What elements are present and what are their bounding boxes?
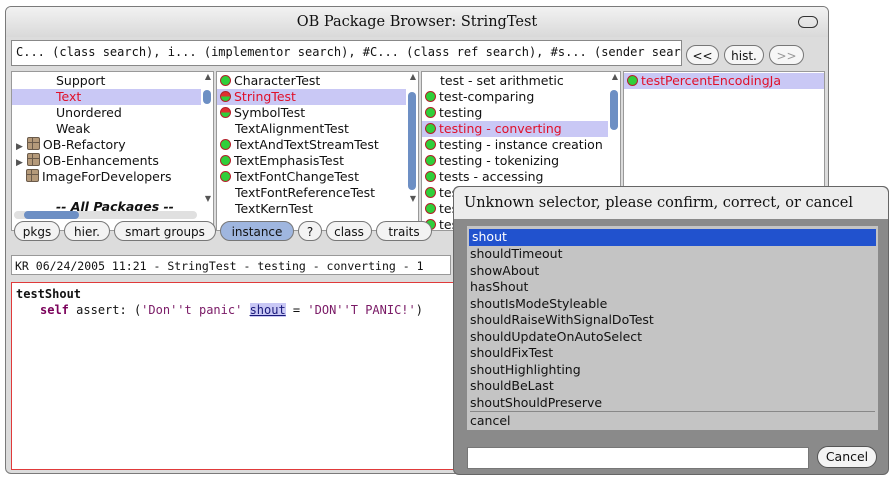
forward-button[interactable]: >> [769, 45, 804, 65]
class-item[interactable]: TextEmphasisTest [217, 153, 406, 169]
category-item-selected[interactable]: testing - converting [422, 121, 608, 137]
scroll-up-icon[interactable]: ▲ [612, 72, 618, 81]
window-title: OB Package Browser: StringTest [296, 14, 538, 30]
scroll-up-icon[interactable]: ▲ [205, 72, 211, 81]
scroll-up-icon[interactable]: ▲ [410, 72, 416, 81]
test-status-icon [220, 75, 231, 86]
tab-smart-groups[interactable]: smart groups [114, 221, 216, 241]
test-status-icon [220, 91, 231, 102]
test-status-icon [425, 91, 436, 102]
tab-hier[interactable]: hier. [64, 221, 110, 241]
package-icon [26, 137, 40, 150]
selector-option[interactable]: hasShout [467, 279, 878, 296]
category-item[interactable]: test - set arithmetic [422, 73, 608, 89]
category-item[interactable]: tests - accessing [422, 169, 608, 185]
test-status-icon [425, 171, 436, 182]
package-item[interactable]: Weak [12, 121, 201, 137]
dialog-title[interactable]: Unknown selector, please confirm, correc… [454, 187, 888, 219]
test-status-icon [220, 107, 231, 118]
test-status-icon [425, 107, 436, 118]
scrollbar-thumb[interactable] [203, 90, 211, 104]
scrollbar-thumb[interactable] [408, 92, 416, 190]
category-item[interactable]: testing - instance creation [422, 137, 608, 153]
test-status-icon [220, 171, 231, 182]
tab-pkgs[interactable]: pkgs [14, 221, 60, 241]
package-item[interactable]: Support [12, 73, 201, 89]
class-item[interactable]: TextKernTest [217, 201, 406, 217]
tab-traits[interactable]: traits [376, 221, 432, 241]
test-status-icon [425, 203, 436, 214]
scroll-down-icon[interactable]: ▼ [205, 194, 211, 203]
category-item[interactable]: testing - tokenizing [422, 153, 608, 169]
scroll-down-icon[interactable]: ▼ [410, 194, 416, 203]
category-item[interactable]: testing [422, 105, 608, 121]
selector-option[interactable]: shoutIsModeStyleable [467, 296, 878, 313]
class-item[interactable]: SymbolTest [217, 105, 406, 121]
package-icon [26, 169, 39, 182]
separator [470, 411, 875, 412]
expand-triangle-icon[interactable]: ▶ [16, 142, 23, 152]
selector-list[interactable]: shout shouldTimeout showAbout hasShout s… [467, 226, 878, 430]
package-item[interactable]: Unordered [12, 105, 201, 121]
test-status-icon [220, 155, 231, 166]
classes-pane[interactable]: CharacterTest StringTest SymbolTest Text… [216, 71, 419, 231]
package-item[interactable]: ▶ OB-Refactory [12, 137, 201, 153]
history-button[interactable]: hist. [724, 45, 764, 65]
expand-triangle-icon[interactable]: ▶ [16, 158, 23, 168]
selector-option[interactable]: shouldUpdateOnAutoSelect [467, 329, 878, 346]
package-item-selected[interactable]: Text [12, 89, 201, 105]
selector-option[interactable]: shouldRaiseWithSignalDoTest [467, 312, 878, 329]
selector-option[interactable]: showAbout [467, 263, 878, 280]
packages-pane[interactable]: Support Text Unordered Weak ▶ OB-Refacto… [11, 71, 214, 231]
selector-option[interactable]: shouldTimeout [467, 246, 878, 263]
selector-option-selected[interactable]: shout [469, 229, 876, 246]
test-status-icon [425, 187, 436, 198]
selector-option[interactable]: shouldFixTest [467, 345, 878, 362]
code-line: self assert: ('Don''t panic' shout = 'DO… [40, 303, 423, 317]
package-item[interactable]: ▶ OB-Enhancements [12, 153, 201, 169]
selected-selector[interactable]: shout [249, 303, 286, 317]
class-item[interactable]: TextFontReferenceTest [217, 185, 406, 201]
package-icon [26, 153, 40, 166]
package-item[interactable]: ImageForDevelopers [12, 169, 201, 185]
category-item[interactable]: test-comparing [422, 89, 608, 105]
test-status-icon [425, 139, 436, 150]
h-scrollbar-thumb[interactable] [24, 211, 79, 219]
selector-option[interactable]: shoutHighlighting [467, 362, 878, 379]
class-item[interactable]: TextAlignmentTest [217, 121, 406, 137]
search-input[interactable]: C... (class search), i... (implementor s… [11, 40, 682, 66]
selector-option-cancel[interactable]: cancel [467, 413, 878, 430]
code-editor[interactable]: testShout self assert: ('Don''t panic' s… [11, 282, 456, 470]
title-bar[interactable]: OB Package Browser: StringTest [6, 7, 828, 37]
test-status-icon [425, 155, 436, 166]
tab-instance[interactable]: instance [220, 221, 294, 241]
back-button[interactable]: << [686, 45, 719, 65]
test-status-icon [220, 139, 231, 150]
class-item-selected[interactable]: StringTest [217, 89, 406, 105]
selector-option[interactable]: shouldBeLast [467, 378, 878, 395]
selector-option[interactable]: shoutShouldPreserve [467, 395, 878, 412]
tab-class[interactable]: class [326, 221, 372, 241]
selector-dialog: Unknown selector, please confirm, correc… [453, 186, 889, 475]
annotation-line: KR 06/24/2005 11:21 - StringTest - testi… [11, 255, 451, 275]
cancel-button[interactable]: Cancel [817, 446, 877, 468]
test-status-icon [425, 123, 436, 134]
tab-help[interactable]: ? [298, 221, 322, 241]
scrollbar-thumb[interactable] [610, 90, 618, 130]
class-item[interactable]: TextAndTextStreamTest [217, 137, 406, 153]
selector-input[interactable] [467, 447, 809, 469]
class-item[interactable]: CharacterTest [217, 73, 406, 89]
method-item-selected[interactable]: testPercentEncodingJa [624, 73, 824, 89]
class-item[interactable]: TextFontChangeTest [217, 169, 406, 185]
method-signature: testShout [16, 287, 82, 301]
test-status-icon [627, 75, 638, 86]
collapse-icon[interactable] [798, 16, 818, 28]
